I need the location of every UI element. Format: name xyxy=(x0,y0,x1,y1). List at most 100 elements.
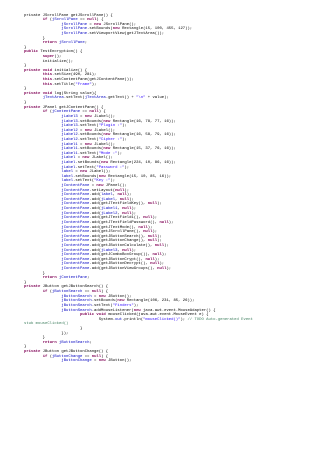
code-token: } xyxy=(24,345,27,350)
string-token: "Cipher :" xyxy=(98,137,123,142)
comment-token: stub mouseClicked() xyxy=(24,322,69,327)
field-token: jScrollPane xyxy=(61,27,88,32)
keyword-token: null xyxy=(154,243,165,248)
field-token: jLabel xyxy=(61,156,76,161)
code-token: ) { xyxy=(101,354,109,359)
code-token: JLabel(); xyxy=(91,114,116,119)
field-token: jButtonSearch xyxy=(61,299,92,304)
keyword-token: new xyxy=(98,359,106,364)
code-token: mouseClicked(java.awt.event.MouseEvent e… xyxy=(105,313,209,318)
field-token: jButtonSearch xyxy=(61,308,92,313)
keyword-token: private xyxy=(24,285,41,290)
field-token: jContentPane xyxy=(61,243,90,248)
string-token: "Password :" xyxy=(96,165,125,170)
code-token: } xyxy=(24,64,27,69)
keyword-token: public xyxy=(24,50,39,55)
code-token: ); xyxy=(168,220,174,225)
code-token: Rectangle(16, 78, 77, 16)); xyxy=(110,119,176,124)
field-token: jContentPane xyxy=(61,248,90,253)
code-token: java.awt.event.MouseAdapter() { xyxy=(140,308,216,313)
code-token: ); xyxy=(157,239,162,244)
code-token: .add(getJButtonViewGroups(), xyxy=(89,267,158,272)
keyword-token: null xyxy=(89,110,99,115)
code-token: = xyxy=(73,170,81,175)
code-token: = xyxy=(77,142,85,147)
field-token: jContentPane xyxy=(61,239,90,244)
keyword-token: new xyxy=(84,142,92,147)
code-token: .add(getJButtonChange(), xyxy=(89,239,148,244)
code-token: Rectangle(15, 37, 76, 16)); xyxy=(110,147,176,152)
keyword-token: this xyxy=(42,73,53,78)
code-token: ); xyxy=(159,262,165,267)
code-token: initialize(); xyxy=(24,59,74,64)
code-token: } xyxy=(24,36,46,41)
field-token: jTextArea xyxy=(84,96,106,101)
code-token: .println( xyxy=(122,317,144,322)
code-token: ) { xyxy=(98,110,106,115)
field-token: jLabel3 xyxy=(61,119,78,124)
code-token: ); xyxy=(157,202,162,207)
code-token: JLabel(); xyxy=(89,156,113,161)
code-token: } xyxy=(24,336,46,341)
code-token: .setBounds( xyxy=(75,161,102,165)
field-token: jContentPane xyxy=(61,220,90,225)
code-token: ); xyxy=(126,193,132,198)
keyword-token: new xyxy=(133,308,141,313)
keyword-token: null xyxy=(159,220,169,225)
field-token: label xyxy=(61,170,74,175)
field-token: jContentPane xyxy=(61,193,90,198)
keyword-token: null xyxy=(87,18,97,23)
code-token: .add( xyxy=(89,248,102,253)
code-token: .add(getJTextMode(), xyxy=(89,225,139,230)
field-token: jScrollPane xyxy=(61,31,88,36)
code-token: ); xyxy=(152,230,158,235)
code-token: .setBounds( xyxy=(91,299,118,304)
code-token: JLabel(); xyxy=(87,170,111,175)
keyword-token: void xyxy=(96,313,106,318)
string-token: "Key :" xyxy=(94,179,111,184)
code-token: .add( xyxy=(89,207,102,212)
code-token: ); xyxy=(131,207,137,212)
keyword-token: public xyxy=(80,313,95,318)
string-token: "Finders" xyxy=(112,303,134,308)
code-token: ); xyxy=(131,248,137,253)
code-token: .setBounds( xyxy=(77,133,104,138)
code-token: } xyxy=(24,326,83,331)
keyword-token: null xyxy=(91,290,102,295)
code-token: .add(getJScrollPane(), xyxy=(89,230,144,235)
code-token: = xyxy=(91,359,99,364)
code-token: ); xyxy=(122,137,127,142)
field-token: jLabel1 xyxy=(61,147,78,152)
code-token: + value); xyxy=(145,96,169,101)
keyword-token: null xyxy=(147,202,158,207)
code-listing: private JScrollPane getJScrollPane() { i… xyxy=(24,14,253,364)
keyword-token: null xyxy=(91,354,102,359)
field-token: jContentPane xyxy=(61,184,90,189)
keyword-token: return xyxy=(42,276,57,281)
keyword-token: new xyxy=(84,114,92,119)
code-token: ); xyxy=(164,243,169,248)
field-token: jButtonSearch xyxy=(59,340,90,345)
code-token: JButton(); xyxy=(105,359,132,364)
code-token: ) { xyxy=(96,18,104,23)
